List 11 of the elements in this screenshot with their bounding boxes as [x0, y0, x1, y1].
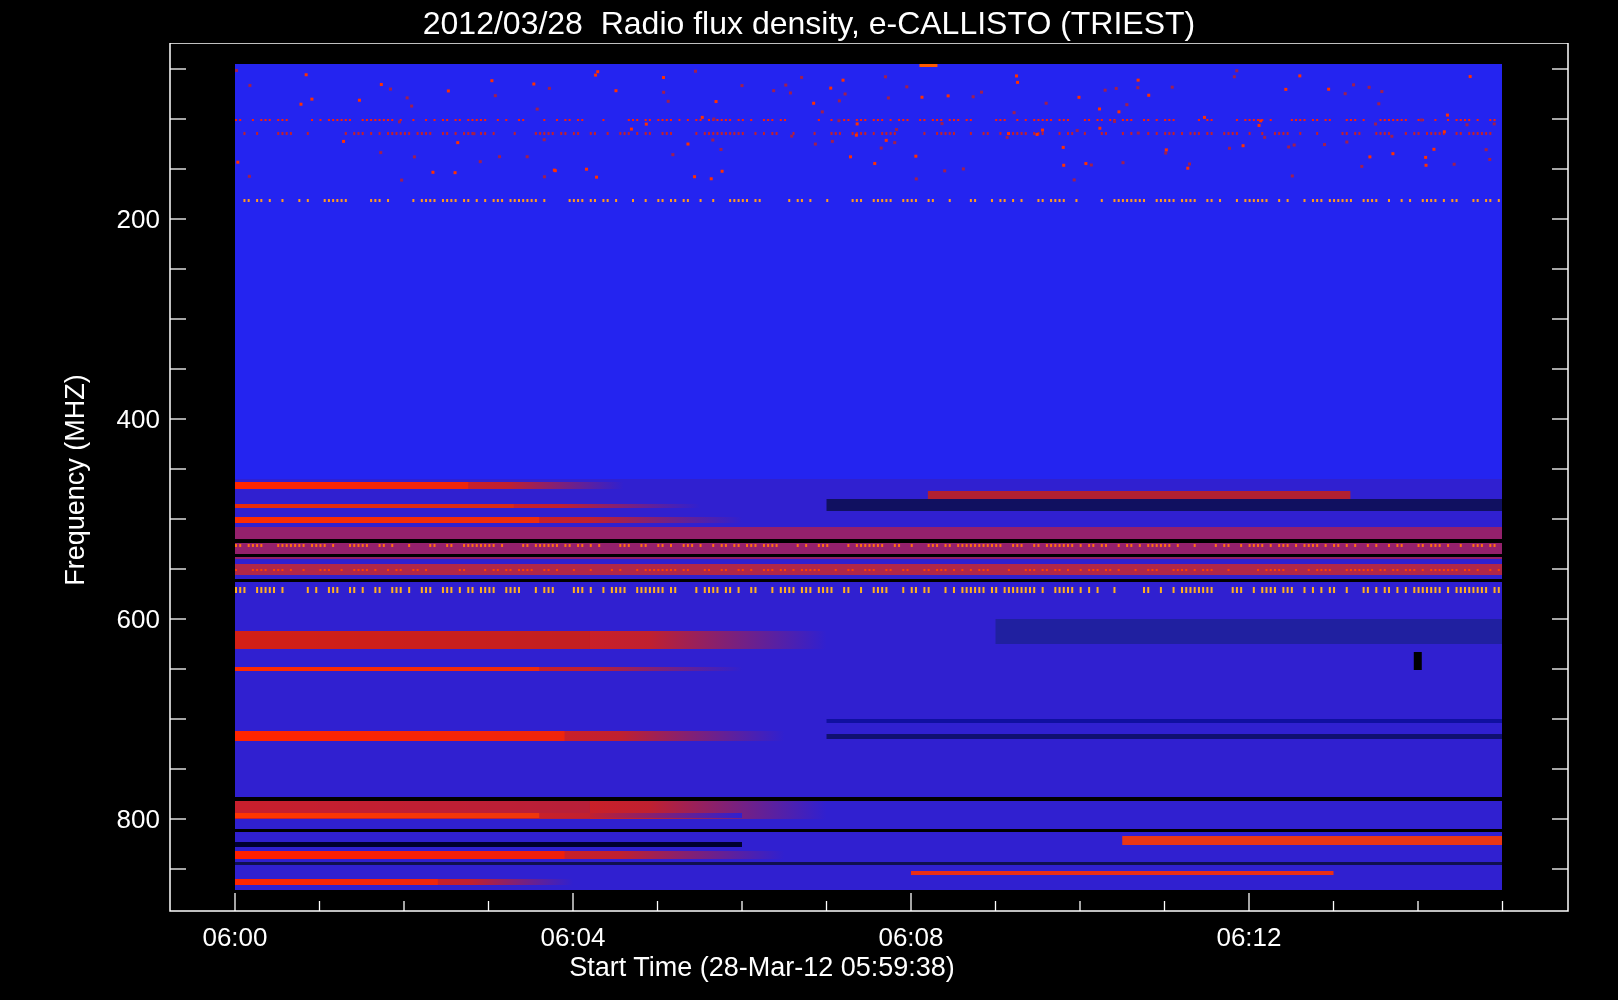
- y-tick-label: 400: [116, 404, 160, 434]
- y-tick-label: 800: [116, 804, 160, 834]
- x-tick-label: 06:04: [540, 922, 606, 952]
- x-tick-label: 06:08: [878, 922, 944, 952]
- y-tick-label: 200: [116, 204, 160, 234]
- chart-title: 2012/03/28 Radio flux density, e-CALLISTO (TRIEST): [422, 4, 1196, 43]
- x-tick-label: 06:00: [202, 922, 268, 952]
- x-tick-label: 06:12: [1216, 922, 1282, 952]
- y-tick-label: 600: [116, 604, 160, 634]
- y-axis-label: Frequency (MHZ): [60, 374, 90, 586]
- x-axis-label: Start Time (28-Mar-12 05:59:38): [569, 952, 955, 982]
